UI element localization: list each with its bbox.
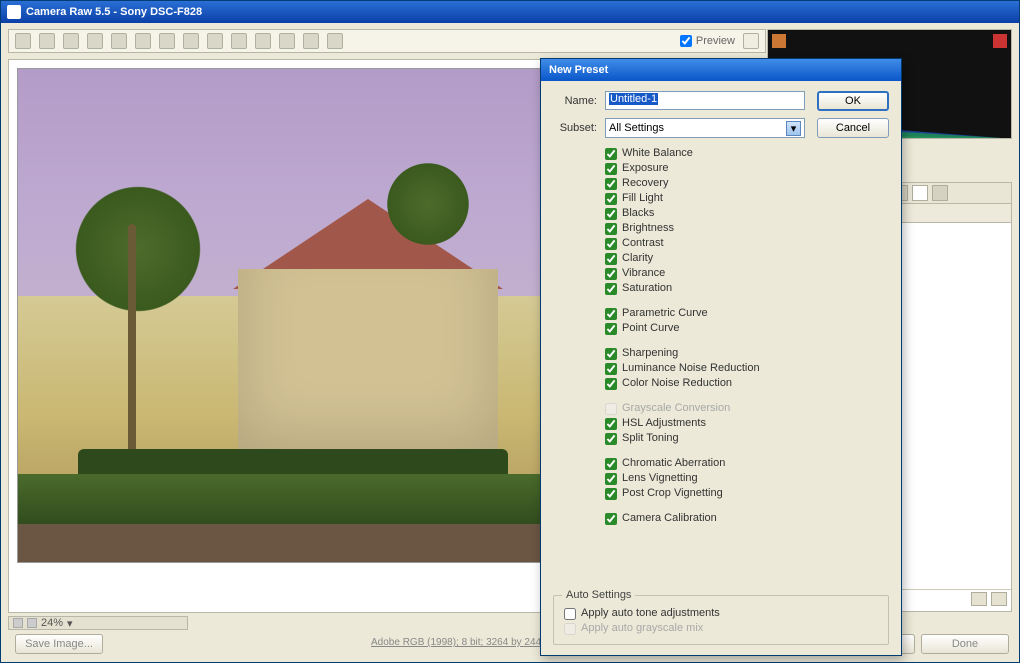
chk-auto-tone[interactable]: Apply auto tone adjustments <box>564 606 878 621</box>
chk-split-toning[interactable]: Split Toning <box>605 431 889 446</box>
chk-post-crop-vignetting[interactable]: Post Crop Vignetting <box>605 486 889 501</box>
dialog-cancel-button[interactable]: Cancel <box>817 118 889 138</box>
dialog-titlebar[interactable]: New Preset <box>541 59 901 81</box>
auto-settings-legend: Auto Settings <box>562 589 635 601</box>
rotate-cw-icon[interactable] <box>327 33 343 49</box>
window-title: Camera Raw 5.5 - Sony DSC-F828 <box>26 6 202 18</box>
name-label: Name: <box>553 95 597 107</box>
chevron-down-icon[interactable]: ▾ <box>786 121 801 136</box>
preview-label: Preview <box>696 35 735 47</box>
chk-sharpening[interactable]: Sharpening <box>605 346 889 361</box>
zoom-strip[interactable]: 24% ▾ <box>8 616 188 630</box>
rotate-ccw-icon[interactable] <box>303 33 319 49</box>
chk-chromatic-aberration[interactable]: Chromatic Aberration <box>605 456 889 471</box>
chk-vibrance[interactable]: Vibrance <box>605 266 889 281</box>
preview-checkbox-input[interactable] <box>680 35 692 47</box>
delete-preset-icon[interactable] <box>991 592 1007 606</box>
app-icon <box>7 5 21 19</box>
fullscreen-toggle-icon[interactable] <box>743 33 759 49</box>
hand-tool-icon[interactable] <box>39 33 55 49</box>
preset-name-input[interactable]: Untitled-1 <box>605 91 805 110</box>
new-preset-dialog: New Preset OK Cancel Name: Untitled-1 Su… <box>540 58 902 656</box>
chk-color-nr[interactable]: Color Noise Reduction <box>605 376 889 391</box>
chk-contrast[interactable]: Contrast <box>605 236 889 251</box>
shadow-clip-warning-icon[interactable] <box>772 34 786 48</box>
zoom-value[interactable]: 24% <box>41 617 63 629</box>
chk-luminance-nr[interactable]: Luminance Noise Reduction <box>605 361 889 376</box>
auto-settings-group: Auto Settings Apply auto tone adjustment… <box>553 595 889 645</box>
chk-auto-grayscale: Apply auto grayscale mix <box>564 621 878 636</box>
chk-parametric-curve[interactable]: Parametric Curve <box>605 306 889 321</box>
chk-white-balance[interactable]: White Balance <box>605 146 889 161</box>
tab-presets-icon[interactable] <box>912 185 928 201</box>
spot-removal-tool-icon[interactable] <box>183 33 199 49</box>
preview-checkbox[interactable]: Preview <box>680 35 735 47</box>
toolbar: Preview <box>8 29 766 53</box>
chk-exposure[interactable]: Exposure <box>605 161 889 176</box>
save-image-button[interactable]: Save Image... <box>15 634 103 654</box>
chk-brightness[interactable]: Brightness <box>605 221 889 236</box>
preset-name-value: Untitled-1 <box>609 93 658 105</box>
subset-select[interactable]: All Settings ▾ <box>605 118 805 138</box>
redeye-tool-icon[interactable] <box>207 33 223 49</box>
chk-point-curve[interactable]: Point Curve <box>605 321 889 336</box>
crop-tool-icon[interactable] <box>135 33 151 49</box>
tab-snapshots-icon[interactable] <box>932 185 948 201</box>
chk-clarity[interactable]: Clarity <box>605 251 889 266</box>
done-button[interactable]: Done <box>921 634 1009 654</box>
chk-hsl-adjustments[interactable]: HSL Adjustments <box>605 416 889 431</box>
ok-button[interactable]: OK <box>817 91 889 111</box>
titlebar[interactable]: Camera Raw 5.5 - Sony DSC-F828 <box>1 1 1019 23</box>
graduated-filter-tool-icon[interactable] <box>255 33 271 49</box>
subset-label: Subset: <box>553 122 597 134</box>
dialog-title: New Preset <box>549 64 608 76</box>
chk-lens-vignetting[interactable]: Lens Vignetting <box>605 471 889 486</box>
chk-fill-light[interactable]: Fill Light <box>605 191 889 206</box>
preview-image <box>17 68 557 563</box>
zoom-in-icon[interactable] <box>27 618 37 628</box>
chk-camera-calibration[interactable]: Camera Calibration <box>605 511 889 526</box>
color-sampler-tool-icon[interactable] <box>87 33 103 49</box>
highlight-clip-warning-icon[interactable] <box>993 34 1007 48</box>
chk-recovery[interactable]: Recovery <box>605 176 889 191</box>
zoom-dropdown-icon[interactable]: ▾ <box>67 617 73 630</box>
chk-saturation[interactable]: Saturation <box>605 281 889 296</box>
zoom-out-icon[interactable] <box>13 618 23 628</box>
white-balance-tool-icon[interactable] <box>63 33 79 49</box>
chk-grayscale-conversion: Grayscale Conversion <box>605 401 889 416</box>
zoom-tool-icon[interactable] <box>15 33 31 49</box>
adjustment-brush-tool-icon[interactable] <box>231 33 247 49</box>
subset-value: All Settings <box>609 122 664 134</box>
preferences-tool-icon[interactable] <box>279 33 295 49</box>
target-adjust-tool-icon[interactable] <box>111 33 127 49</box>
chk-blacks[interactable]: Blacks <box>605 206 889 221</box>
new-preset-icon[interactable] <box>971 592 987 606</box>
straighten-tool-icon[interactable] <box>159 33 175 49</box>
